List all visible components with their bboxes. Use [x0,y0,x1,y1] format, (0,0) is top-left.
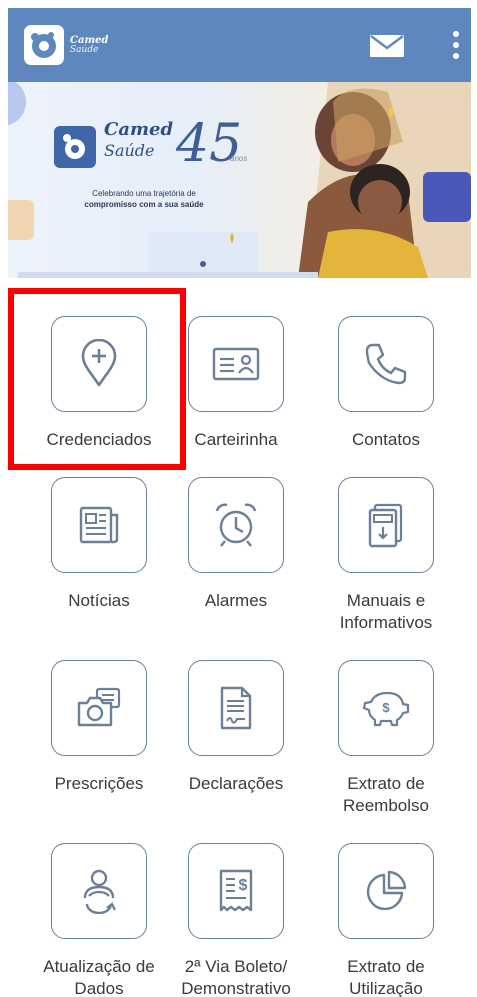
menu-item-box[interactable] [188,660,284,756]
menu-item-label: Contatos [351,430,421,449]
id-card-icon [212,347,260,381]
menu-item-atualizacao-dados[interactable]: Atualização de Dados [24,843,174,997]
menu-item-contatos[interactable]: Contatos [311,316,461,451]
menu-item-extrato-reembolso[interactable]: $ Extrato de Reembolso [311,660,461,817]
banner-brand-sub: Saúde [104,141,155,160]
menu-item-label: Extrato de Reembolso [343,774,429,815]
menu-item-label: Extrato de Utilização [347,957,425,997]
document-signature-icon [220,686,252,730]
menu-item-alarmes[interactable]: Alarmes [161,477,311,612]
menu-item-box[interactable] [51,843,147,939]
piggy-bank-icon: $ [362,691,410,727]
banner-tagline-line1: Celebrando uma trajetória de [92,189,196,198]
menu-item-2via-boleto[interactable]: $ 2ª Via Boleto/ Demonstrativo [161,843,311,997]
alarm-clock-icon [215,503,257,547]
manual-book-icon [368,503,403,548]
svg-text:$: $ [239,877,248,894]
menu-item-box[interactable]: $ [188,843,284,939]
banner-brand-name: Camed [104,119,174,140]
phone-icon [365,343,407,385]
banner-art [8,82,471,278]
mail-icon[interactable] [370,35,404,62]
menu-item-extrato-utilizacao[interactable]: Extrato de Utilização [311,843,461,997]
menu-item-box[interactable] [188,316,284,412]
banner-years-suffix: anos [230,154,248,163]
header-brand-sub: Saúde [70,45,99,55]
promo-banner[interactable]: Camed Saúde 45 anos Celebrando uma traje… [8,82,471,278]
more-vertical-icon[interactable] [452,30,460,65]
menu-item-manuais[interactable]: Manuais e Informativos [311,477,461,634]
menu-item-box[interactable] [338,843,434,939]
newspaper-icon [79,506,119,544]
menu-item-box[interactable]: $ [338,660,434,756]
menu-item-box[interactable] [188,477,284,573]
svg-text:$: $ [382,700,390,715]
user-refresh-icon [83,869,116,914]
camera-photos-icon [77,687,121,727]
menu-item-noticias[interactable]: Notícias [24,477,174,612]
app-screen: Camed Saúde Camed Saúde 45 anos Celebran… [0,0,477,997]
selection-highlight [8,288,186,470]
menu-item-label: Alarmes [204,591,268,610]
menu-item-label: Atualização de Dados [43,957,155,997]
menu-item-box[interactable] [338,316,434,412]
app-header: Camed Saúde [8,8,471,82]
menu-item-box[interactable] [51,660,147,756]
menu-item-label: Notícias [68,591,130,610]
menu-item-label: 2ª Via Boleto/ Demonstrativo [181,957,291,997]
menu-item-box[interactable] [338,477,434,573]
banner-tagline: Celebrando uma trajetória de compromisso… [54,188,234,210]
receipt-dollar-icon: $ [219,869,253,912]
banner-tagline-line2: compromisso com a sua saúde [84,200,204,209]
pie-chart-icon [366,870,407,911]
header-brand: Camed Saúde [70,36,108,55]
menu-item-box[interactable] [51,477,147,573]
menu-item-declaracoes[interactable]: Declarações [161,660,311,795]
menu-item-prescricoes[interactable]: Prescrições [24,660,174,795]
camed-logo-icon [24,25,64,65]
menu-item-label: Declarações [188,774,284,793]
menu-item-label: Prescrições [54,774,144,793]
menu-item-label: Manuais e Informativos [339,591,433,632]
